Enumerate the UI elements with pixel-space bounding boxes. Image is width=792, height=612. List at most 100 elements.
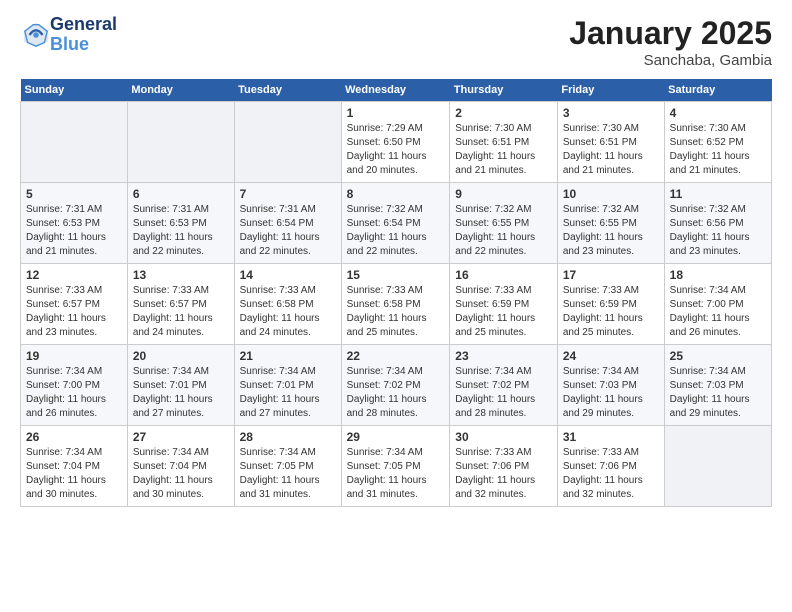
calendar-cell: 23Sunrise: 7:34 AMSunset: 7:02 PMDayligh…: [450, 345, 558, 426]
calendar-cell: 30 Sunrise: 7:33 AMSunset: 7:06 PMDayligh…: [450, 426, 558, 507]
day-number: 28: [240, 430, 336, 444]
weekday-header-row: SundayMondayTuesdayWednesdayThursdayFrid…: [21, 79, 772, 102]
week-row-4: 19 Sunrise: 7:34 AMSunset: 7:00 PMDayligh…: [21, 345, 772, 426]
calendar-cell: [127, 102, 234, 183]
day-number: 10: [563, 187, 659, 201]
cell-content: Sunrise: 7:32 AMSunset: 6:55 PMDaylight:…: [563, 203, 659, 259]
logo-icon: [22, 21, 50, 49]
calendar-cell: 9 Sunrise: 7:32 AMSunset: 6:55 PMDaylight…: [450, 183, 558, 264]
calendar-cell: 20 Sunrise: 7:34 AMSunset: 7:01 PMDayligh…: [127, 345, 234, 426]
calendar-cell: 8 Sunrise: 7:32 AMSunset: 6:54 PMDaylight…: [341, 183, 450, 264]
cell-content: Sunrise: 7:34 AMSunset: 7:04 PMDaylight:…: [133, 446, 229, 502]
cell-content: Sunrise: 7:31 AMSunset: 6:53 PMDaylight:…: [26, 203, 122, 259]
cell-content: Sunrise: 7:29 AMSunset: 6:50 PMDaylight:…: [347, 122, 445, 178]
weekday-header-sunday: Sunday: [21, 79, 128, 102]
cell-content: Sunrise: 7:32 AMSunset: 6:55 PMDaylight:…: [455, 203, 552, 259]
weekday-header-wednesday: Wednesday: [341, 79, 450, 102]
calendar-cell: 28 Sunrise: 7:34 AMSunset: 7:05 PMDayligh…: [234, 426, 341, 507]
calendar-cell: 18Sunrise: 7:34 AMSunset: 7:00 PMDayligh…: [664, 264, 771, 345]
day-number: 14: [240, 268, 336, 282]
weekday-header-friday: Friday: [557, 79, 664, 102]
weekday-header-saturday: Saturday: [664, 79, 771, 102]
cell-content: Sunrise: 7:33 AMSunset: 6:59 PMDaylight:…: [455, 284, 552, 340]
cell-content: Sunrise: 7:30 AMSunset: 6:51 PMDaylight:…: [563, 122, 659, 178]
calendar-cell: 15 Sunrise: 7:33 AMSunset: 6:58 PMDayligh…: [341, 264, 450, 345]
cell-content: Sunrise: 7:33 AMSunset: 6:58 PMDaylight:…: [347, 284, 445, 340]
cell-content: Sunrise: 7:33 AMSunset: 7:06 PMDaylight:…: [455, 446, 552, 502]
week-row-3: 12 Sunrise: 7:33 AMSunset: 6:57 PMDayligh…: [21, 264, 772, 345]
calendar-cell: 17Sunrise: 7:33 AMSunset: 6:59 PMDayligh…: [557, 264, 664, 345]
day-number: 20: [133, 349, 229, 363]
cell-content: Sunrise: 7:33 AMSunset: 6:57 PMDaylight:…: [26, 284, 122, 340]
day-number: 9: [455, 187, 552, 201]
day-number: 4: [670, 106, 766, 120]
calendar-cell: 13 Sunrise: 7:33 AMSunset: 6:57 PMDayligh…: [127, 264, 234, 345]
day-number: 7: [240, 187, 336, 201]
calendar-cell: 25 Sunrise: 7:34 AMSunset: 7:03 PMDayligh…: [664, 345, 771, 426]
week-row-2: 5 Sunrise: 7:31 AMSunset: 6:53 PMDaylight…: [21, 183, 772, 264]
cell-content: Sunrise: 7:34 AMSunset: 7:01 PMDaylight:…: [240, 365, 336, 421]
calendar-cell: 26Sunrise: 7:34 AMSunset: 7:04 PMDayligh…: [21, 426, 128, 507]
day-number: 27: [133, 430, 229, 444]
cell-content: Sunrise: 7:33 AMSunset: 6:58 PMDaylight:…: [240, 284, 336, 340]
cell-content: Sunrise: 7:34 AMSunset: 7:00 PMDaylight:…: [26, 365, 122, 421]
day-number: 17: [563, 268, 659, 282]
cell-content: Sunrise: 7:34 AMSunset: 7:03 PMDaylight:…: [670, 365, 766, 421]
calendar-cell: 10 Sunrise: 7:32 AMSunset: 6:55 PMDayligh…: [557, 183, 664, 264]
day-number: 13: [133, 268, 229, 282]
cell-content: Sunrise: 7:30 AMSunset: 6:52 PMDaylight:…: [670, 122, 766, 178]
calendar-cell: 14 Sunrise: 7:33 AMSunset: 6:58 PMDayligh…: [234, 264, 341, 345]
day-number: 23: [455, 349, 552, 363]
day-number: 29: [347, 430, 445, 444]
calendar-cell: 19 Sunrise: 7:34 AMSunset: 7:00 PMDayligh…: [21, 345, 128, 426]
day-number: 30: [455, 430, 552, 444]
weekday-header-monday: Monday: [127, 79, 234, 102]
cell-content: Sunrise: 7:31 AMSunset: 6:53 PMDaylight:…: [133, 203, 229, 259]
calendar-cell: 4 Sunrise: 7:30 AMSunset: 6:52 PMDaylight…: [664, 102, 771, 183]
cell-content: Sunrise: 7:34 AMSunset: 7:02 PMDaylight:…: [347, 365, 445, 421]
calendar-cell: [664, 426, 771, 507]
header: General Blue January 2025 Sanchaba, Gamb…: [20, 15, 772, 69]
calendar-cell: 2Sunrise: 7:30 AMSunset: 6:51 PMDaylight…: [450, 102, 558, 183]
calendar-cell: 21Sunrise: 7:34 AMSunset: 7:01 PMDayligh…: [234, 345, 341, 426]
weekday-header-tuesday: Tuesday: [234, 79, 341, 102]
calendar-cell: 31Sunrise: 7:33 AMSunset: 7:06 PMDayligh…: [557, 426, 664, 507]
week-row-1: 1Sunrise: 7:29 AMSunset: 6:50 PMDaylight…: [21, 102, 772, 183]
cell-content: Sunrise: 7:32 AMSunset: 6:54 PMDaylight:…: [347, 203, 445, 259]
calendar-cell: 22 Sunrise: 7:34 AMSunset: 7:02 PMDayligh…: [341, 345, 450, 426]
calendar-cell: [234, 102, 341, 183]
cell-content: Sunrise: 7:33 AMSunset: 6:57 PMDaylight:…: [133, 284, 229, 340]
location: Sanchaba, Gambia: [569, 52, 772, 69]
calendar-cell: [21, 102, 128, 183]
calendar-cell: 27 Sunrise: 7:34 AMSunset: 7:04 PMDayligh…: [127, 426, 234, 507]
title-block: January 2025 Sanchaba, Gambia: [569, 15, 772, 69]
calendar-cell: 7 Sunrise: 7:31 AMSunset: 6:54 PMDaylight…: [234, 183, 341, 264]
day-number: 12: [26, 268, 122, 282]
day-number: 18: [670, 268, 766, 282]
day-number: 26: [26, 430, 122, 444]
logo: General Blue: [20, 15, 117, 55]
day-number: 22: [347, 349, 445, 363]
day-number: 11: [670, 187, 766, 201]
cell-content: Sunrise: 7:34 AMSunset: 7:03 PMDaylight:…: [563, 365, 659, 421]
cell-content: Sunrise: 7:31 AMSunset: 6:54 PMDaylight:…: [240, 203, 336, 259]
calendar-cell: 3Sunrise: 7:30 AMSunset: 6:51 PMDaylight…: [557, 102, 664, 183]
day-number: 24: [563, 349, 659, 363]
cell-content: Sunrise: 7:32 AMSunset: 6:56 PMDaylight:…: [670, 203, 766, 259]
calendar-cell: 16Sunrise: 7:33 AMSunset: 6:59 PMDayligh…: [450, 264, 558, 345]
calendar-cell: 6 Sunrise: 7:31 AMSunset: 6:53 PMDaylight…: [127, 183, 234, 264]
calendar-table: SundayMondayTuesdayWednesdayThursdayFrid…: [20, 79, 772, 507]
cell-content: Sunrise: 7:34 AMSunset: 7:01 PMDaylight:…: [133, 365, 229, 421]
weekday-header-thursday: Thursday: [450, 79, 558, 102]
day-number: 8: [347, 187, 445, 201]
day-number: 25: [670, 349, 766, 363]
calendar-cell: 24 Sunrise: 7:34 AMSunset: 7:03 PMDayligh…: [557, 345, 664, 426]
logo-text: General Blue: [50, 15, 117, 55]
day-number: 19: [26, 349, 122, 363]
day-number: 15: [347, 268, 445, 282]
day-number: 6: [133, 187, 229, 201]
calendar-cell: 5 Sunrise: 7:31 AMSunset: 6:53 PMDaylight…: [21, 183, 128, 264]
cell-content: Sunrise: 7:34 AMSunset: 7:05 PMDaylight:…: [240, 446, 336, 502]
day-number: 2: [455, 106, 552, 120]
day-number: 5: [26, 187, 122, 201]
